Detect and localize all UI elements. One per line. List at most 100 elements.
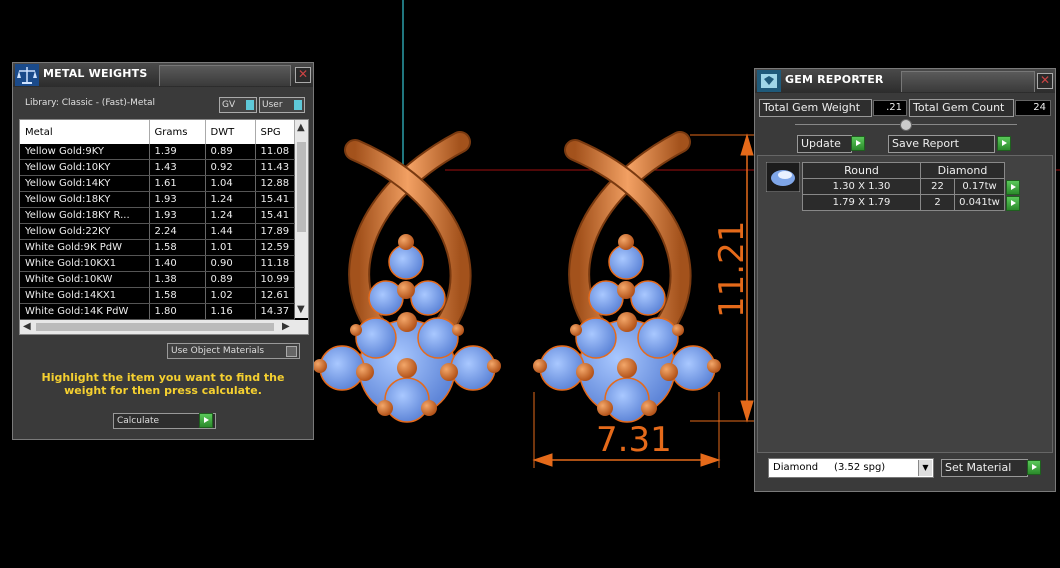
gem-reporter-panel: GEM REPORTER ✕ Total Gem Weight .21 Tota… [754, 68, 1056, 492]
grams-cell: 1.43 [149, 159, 206, 176]
scroll-thumb[interactable] [297, 142, 306, 232]
use-object-materials-checkbox[interactable] [286, 346, 297, 357]
user-toggle[interactable]: User [259, 97, 305, 113]
header-round: Round [802, 162, 921, 179]
metal-weights-titlebar[interactable]: METAL WEIGHTS ✕ [13, 63, 313, 87]
dwt-cell: 0.89 [205, 271, 256, 288]
material-select-value: Diamond (3.52 spg) [773, 462, 886, 473]
grams-cell: 1.38 [149, 271, 206, 288]
gem-reporter-titlebar[interactable]: GEM REPORTER ✕ [755, 69, 1055, 93]
vertical-scrollbar[interactable]: ▲ ▼ [295, 120, 308, 318]
dwt-cell: 1.04 [205, 175, 256, 192]
table-row[interactable]: White Gold:10KW 1.38 0.89 10.99 [20, 271, 295, 288]
metal-cell: White Gold:9K PdW [20, 239, 150, 256]
update-go-icon[interactable] [851, 136, 865, 151]
gv-toggle[interactable]: GV [219, 97, 257, 113]
calculate-label: Calculate [117, 416, 160, 426]
metal-cell: Yellow Gold:14KY [20, 175, 150, 192]
total-gem-weight-label: Total Gem Weight [759, 99, 872, 117]
play-arrow-icon[interactable] [1006, 179, 1020, 195]
save-report-button[interactable]: Save Report [888, 135, 995, 153]
close-icon[interactable]: ✕ [295, 67, 311, 83]
gem-table: Round Diamond 1.30 X 1.30 22 0.17tw 1.79 X … [802, 162, 1020, 211]
metal-cell: White Gold:14K PdW [20, 303, 150, 320]
metal-weights-panel: METAL WEIGHTS ✕ Library: Classic - (Fast… [12, 62, 314, 440]
set-material-button[interactable]: Set Material [941, 459, 1028, 477]
total-gem-weight-value: .21 [873, 100, 907, 116]
spg-cell: 15.41 [255, 191, 295, 208]
gem-row-action [1005, 179, 1020, 195]
total-gem-count-value: 24 [1015, 100, 1051, 116]
title-tab [901, 71, 1035, 92]
use-object-materials[interactable]: Use Object Materials [167, 343, 300, 359]
scroll-right-icon[interactable]: ▶ [282, 321, 290, 332]
update-button[interactable]: Update [797, 135, 852, 153]
use-object-materials-label: Use Object Materials [171, 346, 265, 356]
table-row[interactable]: Yellow Gold:14KY 1.61 1.04 12.88 [20, 175, 295, 192]
scale-icon [15, 64, 39, 86]
spg-cell: 15.41 [255, 207, 295, 224]
gem-size-cell: 1.30 X 1.30 [802, 178, 921, 195]
grams-cell: 2.24 [149, 223, 206, 240]
grams-cell: 1.61 [149, 175, 206, 192]
metal-cell: White Gold:10KX1 [20, 255, 150, 272]
dwt-cell: 1.02 [205, 287, 256, 304]
column-header-dwt[interactable]: DWT [205, 120, 256, 144]
metal-cell: White Gold:14KX1 [20, 287, 150, 304]
scroll-left-icon[interactable]: ◀ [23, 321, 31, 332]
gem-row[interactable]: 1.30 X 1.30 22 0.17tw [802, 178, 1020, 195]
metal-weights-title: METAL WEIGHTS [43, 67, 148, 80]
metal-cell: Yellow Gold:22KY [20, 223, 150, 240]
table-row[interactable]: Yellow Gold:18KY R... 1.93 1.24 15.41 [20, 207, 295, 224]
play-arrow-icon[interactable] [1006, 195, 1020, 211]
table-row[interactable]: White Gold:10KX1 1.40 0.90 11.18 [20, 255, 295, 272]
grams-cell: 1.40 [149, 255, 206, 272]
column-header-spg[interactable]: SPG [255, 120, 295, 144]
chevron-down-icon[interactable]: ▼ [918, 460, 932, 476]
gem-list-area: Round Diamond 1.30 X 1.30 22 0.17tw 1.79 X … [757, 155, 1053, 453]
grams-cell: 1.80 [149, 303, 206, 320]
grams-cell: 1.93 [149, 191, 206, 208]
table-row[interactable]: White Gold:14KX1 1.58 1.02 12.61 [20, 287, 295, 304]
metal-cell: Yellow Gold:10KY [20, 159, 150, 176]
table-row[interactable]: Yellow Gold:22KY 2.24 1.44 17.89 [20, 223, 295, 240]
close-icon[interactable]: ✕ [1037, 73, 1053, 89]
spg-cell: 12.61 [255, 287, 295, 304]
gem-row[interactable]: 1.79 X 1.79 2 0.041tw [802, 194, 1020, 211]
dwt-cell: 0.92 [205, 159, 256, 176]
grams-cell: 1.58 [149, 287, 206, 304]
calculate-go-icon[interactable] [199, 413, 213, 428]
spg-cell: 11.18 [255, 255, 295, 272]
scroll-up-icon[interactable]: ▲ [297, 122, 305, 133]
table-row[interactable]: Yellow Gold:10KY 1.43 0.92 11.43 [20, 159, 295, 176]
metal-cell: Yellow Gold:18KY [20, 191, 150, 208]
title-tab [159, 65, 291, 86]
hscroll-thumb[interactable] [36, 323, 274, 331]
header-spacer [1005, 163, 1019, 179]
spg-cell: 10.99 [255, 271, 295, 288]
slider-handle[interactable] [900, 119, 912, 131]
column-header-grams[interactable]: Grams [149, 120, 206, 144]
set-material-go-icon[interactable] [1027, 460, 1041, 475]
grams-cell: 1.93 [149, 207, 206, 224]
library-label: Library: Classic - (Fast)-Metal [25, 98, 156, 108]
dwt-cell: 1.24 [205, 191, 256, 208]
table-row[interactable]: Yellow Gold:18KY 1.93 1.24 15.41 [20, 191, 295, 208]
horizontal-scrollbar[interactable]: ◀ ▶ [20, 320, 308, 334]
gem-reporter-title: GEM REPORTER [785, 73, 884, 86]
metal-cell: White Gold:10KW [20, 271, 150, 288]
table-row[interactable]: White Gold:9K PdW 1.58 1.01 12.59 [20, 239, 295, 256]
dwt-cell: 0.90 [205, 255, 256, 272]
header-diamond: Diamond [920, 162, 1005, 179]
save-report-go-icon[interactable] [997, 136, 1011, 151]
material-select[interactable]: Diamond (3.52 spg) ▼ [768, 458, 934, 478]
column-header-metal[interactable]: Metal [20, 120, 150, 144]
scroll-down-icon[interactable]: ▼ [297, 304, 305, 315]
gv-toggle-label: GV [222, 100, 236, 110]
gem-thumbnail-icon[interactable] [766, 162, 800, 192]
dwt-cell: 1.44 [205, 223, 256, 240]
earring-right [533, 142, 721, 422]
table-row[interactable]: White Gold:14K PdW 1.80 1.16 14.37 [20, 303, 295, 320]
table-row[interactable]: Yellow Gold:9KY 1.39 0.89 11.08 [20, 144, 295, 160]
dwt-cell: 1.01 [205, 239, 256, 256]
